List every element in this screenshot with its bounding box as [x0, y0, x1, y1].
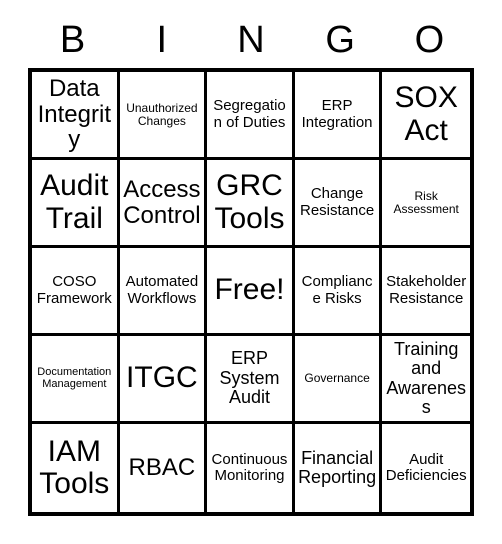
bingo-cell[interactable]: Change Resistance	[294, 160, 383, 248]
bingo-cell[interactable]: Audit Deficiencies	[382, 424, 470, 512]
bingo-cell[interactable]: Governance	[294, 336, 383, 424]
bingo-cell-label: Stakeholder Resistance	[386, 273, 467, 307]
bingo-cell-label: Financial Reporting	[298, 447, 377, 487]
header-letter-i: I	[156, 19, 168, 61]
bingo-grid: Data Integrity Unauthorized Changes Segreg…	[28, 68, 474, 516]
bingo-cell-label: Training and Awareness	[386, 338, 467, 417]
bingo-cell-label: ERP Integration	[301, 97, 373, 131]
bingo-cell-label: Risk Assessment	[393, 188, 459, 216]
bingo-cell-label: ERP System Audit	[219, 348, 280, 408]
bingo-cell[interactable]: IAM Tools	[32, 424, 120, 512]
header-letter-n: N	[237, 19, 265, 61]
bingo-cell[interactable]: Risk Assessment	[382, 160, 470, 248]
bingo-cell[interactable]: Documentation Management	[32, 336, 120, 424]
bingo-cell-label: Governance	[304, 371, 370, 386]
bingo-cell[interactable]: Automated Workflows	[119, 248, 208, 336]
bingo-cell-label: Unauthorized Changes	[126, 100, 198, 128]
bingo-cell-free-space[interactable]: Free!	[207, 248, 295, 336]
bingo-header-letters: B I N G O	[28, 14, 474, 66]
bingo-cell[interactable]: Segregation of Duties	[207, 72, 295, 160]
bingo-cell[interactable]: Access Control	[119, 160, 208, 248]
bingo-cell-label: Audit Deficiencies	[385, 450, 467, 484]
bingo-cell[interactable]: Audit Trail	[32, 160, 120, 248]
bingo-cell[interactable]: ERP System Audit	[207, 336, 295, 424]
header-letter-o: O	[414, 19, 445, 61]
header-letter-g: G	[325, 19, 355, 61]
bingo-cell[interactable]: Training and Awareness	[382, 336, 470, 424]
bingo-cell[interactable]: Continuous Monitoring	[207, 424, 295, 512]
bingo-cell[interactable]: Stakeholder Resistance	[382, 248, 470, 336]
bingo-cell[interactable]: SOX Act	[382, 72, 470, 160]
bingo-cell-label: IAM Tools	[39, 434, 110, 500]
bingo-cell-label: Access Control	[123, 175, 201, 229]
bingo-card: B I N G O Data Integrity Unauthorized Cha…	[0, 0, 502, 544]
bingo-cell[interactable]: Unauthorized Changes	[119, 72, 208, 160]
bingo-cell-label: GRC Tools	[214, 169, 285, 235]
bingo-cell-label: Change Resistance	[299, 185, 375, 219]
bingo-cell[interactable]: ERP Integration	[294, 72, 383, 160]
bingo-cell-label: COSO Framework	[36, 273, 112, 307]
bingo-cell-label: RBAC	[128, 454, 196, 482]
bingo-cell[interactable]: COSO Framework	[32, 248, 120, 336]
bingo-cell-label: SOX Act	[394, 81, 458, 147]
bingo-cell[interactable]: ITGC	[119, 336, 208, 424]
bingo-cell-label: Automated Workflows	[125, 273, 199, 307]
bingo-cell-label: Audit Trail	[40, 169, 109, 235]
bingo-cell-label: Segregation of Duties	[213, 97, 286, 131]
bingo-cell-label: Continuous Monitoring	[211, 450, 288, 484]
bingo-cell[interactable]: Financial Reporting	[294, 424, 383, 512]
bingo-cell-label: ITGC	[126, 361, 198, 395]
header-letter-b: B	[59, 19, 86, 61]
bingo-cell-label: Free!	[214, 273, 285, 307]
bingo-cell[interactable]: GRC Tools	[207, 160, 295, 248]
bingo-cell[interactable]: Compliance Risks	[294, 248, 383, 336]
bingo-cell[interactable]: Data Integrity	[32, 72, 120, 160]
bingo-cell[interactable]: RBAC	[119, 424, 208, 512]
bingo-cell-label: Documentation Management	[37, 365, 112, 390]
bingo-cell-label: Data Integrity	[37, 74, 111, 154]
bingo-cell-label: Compliance Risks	[301, 273, 373, 307]
